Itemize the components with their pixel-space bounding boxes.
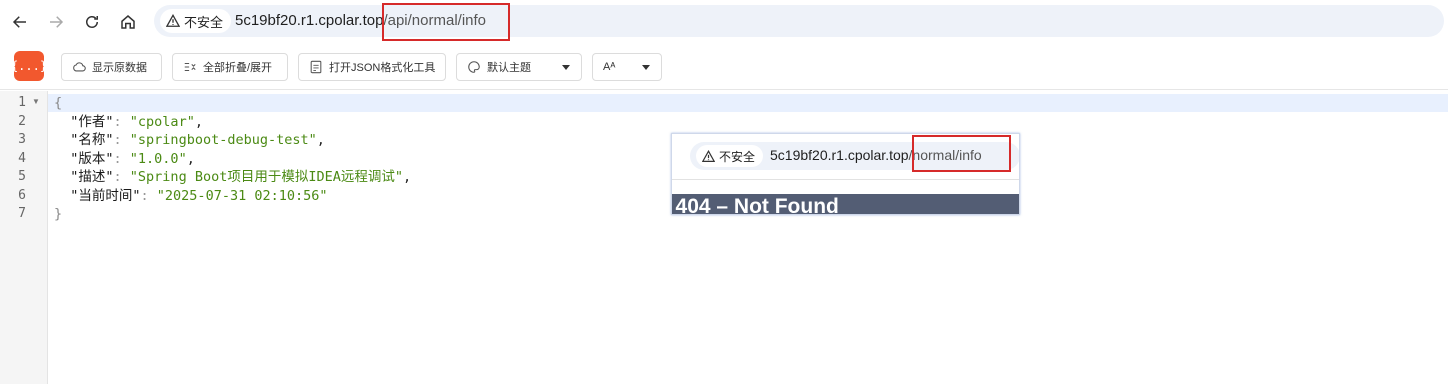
line-number: 1 <box>18 95 26 110</box>
browser-address-bar: 不安全 5c19bf20.r1.cpolar.top/api/normal/in… <box>0 0 1448 44</box>
json-key: "作者" <box>70 113 114 130</box>
warning-icon <box>166 14 180 27</box>
json-line: "版本": "1.0.0", <box>70 150 195 167</box>
json-value: "1.0.0" <box>129 150 187 167</box>
forward-button[interactable] <box>42 8 70 36</box>
json-key: "当前时间" <box>70 187 141 204</box>
json-value: "2025-07-31 02:10:56" <box>156 187 328 204</box>
font-size-select[interactable]: Aᴬ <box>592 53 662 81</box>
warning-icon <box>702 149 715 162</box>
json-value: "Spring Boot项目用于模拟IDEA远程调试" <box>129 169 403 185</box>
json-key: "名称" <box>70 132 114 148</box>
inset-url-path-highlight <box>912 135 1011 172</box>
fold-toggle-icon[interactable]: ▼ <box>32 97 40 106</box>
inset-security-label: 不安全 <box>719 149 756 164</box>
line-number: 4 <box>18 150 26 166</box>
json-line: "当前时间": "2025-07-31 02:10:56" <box>70 187 328 204</box>
cloud-icon <box>73 62 86 72</box>
json-viewer-logo: {...} <box>11 51 47 81</box>
home-button[interactable] <box>114 8 142 36</box>
show-raw-button[interactable]: 显示原数据 <box>61 53 162 81</box>
url-host: 5c19bf20.r1.cpolar.top <box>235 12 384 29</box>
json-comma: , <box>194 113 203 130</box>
line-number: 5 <box>18 169 26 184</box>
json-value: "springboot-debug-test" <box>129 132 317 148</box>
fold-all-label: 全部折叠/展开 <box>203 62 273 74</box>
home-icon <box>121 15 135 29</box>
security-chip[interactable]: 不安全 <box>160 9 232 33</box>
back-button[interactable] <box>6 8 34 36</box>
json-comma: , <box>316 132 325 148</box>
inset-url-host: 5c19bf20.r1.cpolar.top <box>770 147 909 163</box>
json-comma: , <box>402 169 412 185</box>
line-number: 3 <box>18 132 26 147</box>
palette-icon <box>468 61 480 73</box>
json-line: "作者": "cpolar", <box>70 113 203 130</box>
reload-icon <box>86 16 98 28</box>
open-json-tool-label: 打开JSON格式化工具 <box>329 62 436 74</box>
theme-select-value: 默认主题 <box>487 62 531 74</box>
theme-select[interactable]: 默认主题 <box>456 53 582 81</box>
fold-icon <box>184 62 196 72</box>
open-json-tool-button[interactable]: 打开JSON格式化工具 <box>298 53 446 81</box>
fold-all-button[interactable]: 全部折叠/展开 <box>172 53 288 81</box>
json-close-brace: } <box>54 206 63 222</box>
json-open-brace: { <box>54 95 63 111</box>
inset-security-chip: 不安全 <box>696 145 764 167</box>
font-size-value: Aᴬ <box>603 61 616 73</box>
arrow-right-icon <box>50 16 64 28</box>
json-key: "描述" <box>70 169 114 185</box>
line-number: 2 <box>18 113 26 129</box>
json-file-icon <box>310 60 322 74</box>
line-number: 6 <box>18 187 26 203</box>
json-viewer-toolbar: {...} 显示原数据 全部折叠/展开 打开JSON格式化工具 默认主题 Aᴬ <box>0 44 1448 90</box>
reload-button[interactable] <box>78 8 106 36</box>
json-line: "描述": "Spring Boot项目用于模拟IDEA远程调试", <box>70 169 412 185</box>
arrow-left-icon <box>12 16 26 28</box>
url-path-highlight <box>382 3 510 41</box>
json-value: "cpolar" <box>129 113 195 130</box>
line-number: 7 <box>18 206 26 221</box>
inset-error-title: s 404 – Not Found <box>671 195 839 215</box>
chevron-down-icon <box>562 65 570 70</box>
active-line-highlight <box>48 94 1448 112</box>
url-input[interactable]: 不安全 5c19bf20.r1.cpolar.top/api/normal/in… <box>154 5 1444 37</box>
json-key: "版本" <box>70 150 114 167</box>
security-label: 不安全 <box>184 14 224 30</box>
inset-divider <box>672 179 1019 180</box>
chevron-down-icon <box>642 65 650 70</box>
json-comma: , <box>186 150 195 167</box>
show-raw-label: 显示原数据 <box>92 62 147 74</box>
json-line: "名称": "springboot-debug-test", <box>70 132 325 148</box>
